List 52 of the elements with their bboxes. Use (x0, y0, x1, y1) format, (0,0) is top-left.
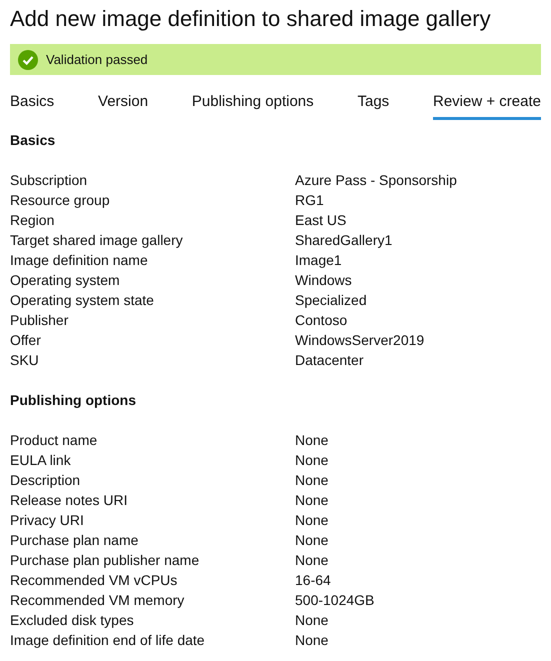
field-value: Azure Pass - Sponsorship (295, 171, 457, 190)
section-heading: Publishing options (10, 391, 137, 410)
field-label: Recommended VM memory (10, 591, 186, 610)
field-label: Resource group (10, 191, 111, 210)
field-value: None (295, 491, 328, 510)
tab[interactable]: Publishing options (192, 87, 314, 120)
field-value: None (295, 431, 328, 450)
field-label: Operating system (10, 271, 121, 290)
check-icon (18, 50, 38, 70)
field-label: Description (10, 471, 82, 490)
page-title: Add new image definition to shared image gallery (10, 5, 492, 33)
field-label: Excluded disk types (10, 611, 135, 630)
field-value: RG1 (295, 191, 324, 210)
field-label: Product name (10, 431, 98, 450)
field-label: Image definition end of life date (10, 631, 206, 650)
field-label: Purchase plan name (10, 531, 140, 550)
field-value: Specialized (295, 291, 367, 310)
field-label: Purchase plan publisher name (10, 551, 200, 570)
field-value: Image1 (295, 251, 342, 270)
tab[interactable]: Basics (10, 87, 54, 120)
banner-text: Validation passed (46, 52, 148, 67)
section-heading: Basics (10, 131, 56, 150)
field-value: None (295, 511, 328, 530)
field-label: Release notes URI (10, 491, 129, 510)
field-label: Operating system state (10, 291, 155, 310)
field-label: Recommended VM vCPUs (10, 571, 178, 590)
field-value: 16-64 (295, 571, 331, 590)
field-value: East US (295, 211, 346, 230)
field-label: Subscription (10, 171, 88, 190)
field-value: None (295, 551, 328, 570)
field-label: Publisher (10, 311, 70, 330)
field-label: Offer (10, 331, 42, 350)
field-value: Contoso (295, 311, 348, 330)
field-label: SKU (10, 351, 40, 370)
field-value: Windows (295, 271, 352, 290)
tab[interactable]: Version (98, 87, 148, 120)
tab[interactable]: Tags (357, 87, 390, 120)
field-label: Target shared image gallery (10, 231, 184, 250)
field-value: None (295, 611, 328, 630)
field-value: WindowsServer2019 (295, 331, 424, 350)
field-label: Privacy URI (10, 511, 85, 530)
field-label: EULA link (10, 451, 72, 470)
field-value: 500-1024GB (295, 591, 374, 610)
field-value: Datacenter (295, 351, 364, 370)
tab[interactable]: Review + create (433, 87, 541, 120)
field-value: None (295, 471, 328, 490)
field-value: SharedGallery1 (295, 231, 392, 250)
field-value: None (295, 631, 328, 650)
field-label: Region (10, 211, 56, 230)
field-label: Image definition name (10, 251, 149, 270)
field-value: None (295, 531, 328, 550)
field-value: None (295, 451, 328, 470)
